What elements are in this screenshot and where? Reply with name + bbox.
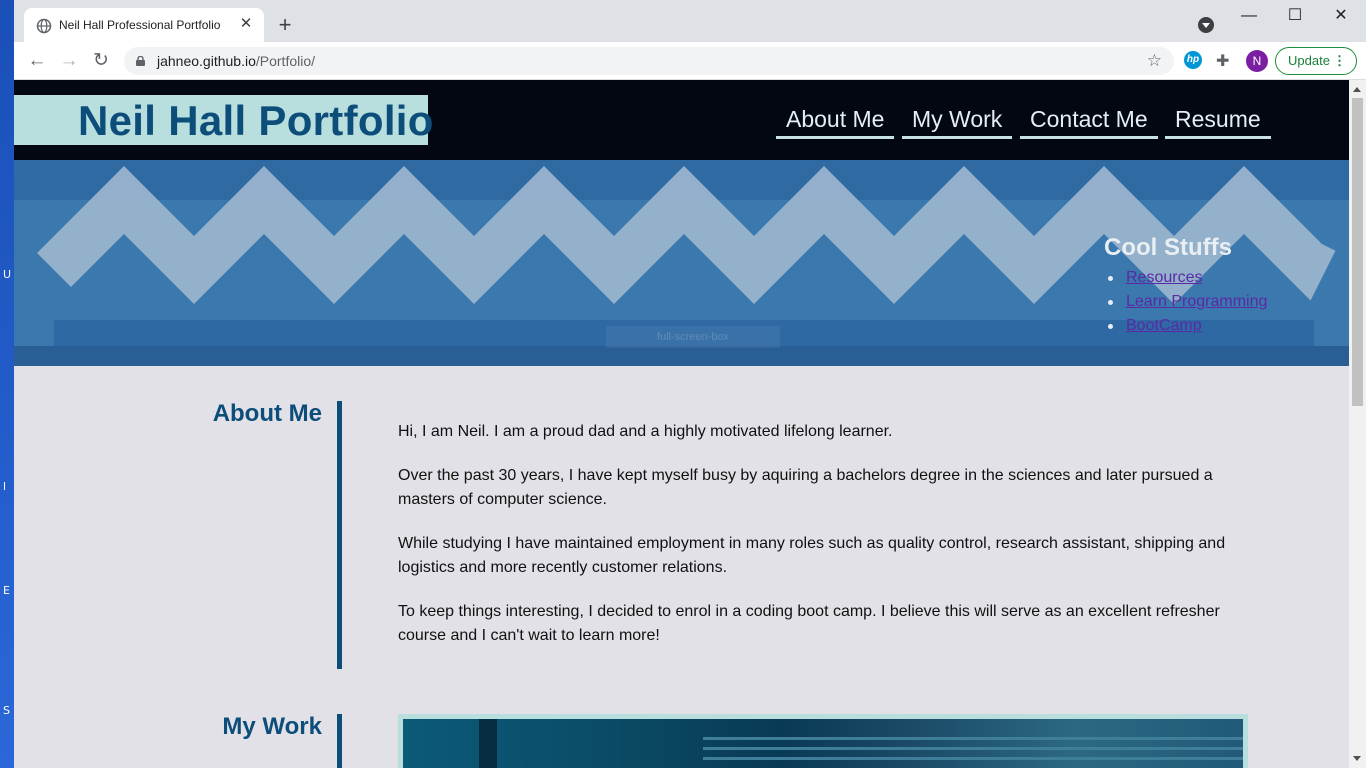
cool-stuffs-heading: Cool Stuffs (1104, 234, 1232, 261)
url-text: jahneo.github.io/Portfolio/ (157, 53, 315, 69)
forward-icon[interactable]: → (58, 50, 80, 72)
tab-title: Neil Hall Professional Portfolio (59, 18, 221, 32)
browser-toolbar: ← → ↻ jahneo.github.io/Portfolio/ ☆ (14, 42, 1366, 80)
nav-resume[interactable]: Resume (1165, 106, 1271, 139)
nav-contact-me[interactable]: Contact Me (1020, 106, 1158, 139)
profile-avatar[interactable]: N (1246, 50, 1268, 72)
desktop-icon-label-fragment: U (3, 268, 12, 281)
link-bootcamp[interactable]: BootCamp (1126, 317, 1202, 334)
scrollbar-thumb[interactable] (1352, 98, 1363, 406)
brand-box: Neil Hall Portfolio (14, 95, 433, 145)
about-me-heading: About Me (212, 400, 322, 427)
about-me-content: Hi, I am Neil. I am a proud dad and a hi… (398, 420, 1248, 668)
about-paragraph: While studying I have maintained employm… (398, 535, 1226, 576)
about-paragraph: To keep things interesting, I decided to… (398, 603, 1220, 644)
about-paragraph: Over the past 30 years, I have kept myse… (398, 467, 1213, 508)
list-item: Resources (1108, 266, 1267, 290)
back-icon[interactable]: ← (26, 50, 48, 72)
about-paragraph: Hi, I am Neil. I am a proud dad and a hi… (398, 423, 893, 440)
tab-close-icon[interactable]: ✕ (238, 16, 254, 32)
maximize-icon[interactable]: ☐ (1272, 4, 1318, 28)
active-tab[interactable]: Neil Hall Professional Portfolio ✕ (24, 8, 264, 42)
scroll-down-arrow-icon[interactable] (1353, 756, 1361, 761)
address-bar[interactable]: jahneo.github.io/Portfolio/ ☆ (124, 47, 1174, 75)
hp-extension-icon[interactable]: hp (1184, 51, 1202, 69)
vertical-scrollbar[interactable] (1349, 80, 1366, 768)
work-project-image (403, 719, 1243, 768)
link-resources[interactable]: Resources (1126, 269, 1202, 286)
lock-icon (136, 56, 145, 66)
url-path: /Portfolio/ (255, 53, 316, 69)
work-image-frame[interactable] (398, 714, 1248, 768)
tab-search-icon[interactable] (1198, 17, 1214, 33)
hidden-caption: full-screen-box (606, 326, 780, 348)
desktop-icon-label-fragment: l (3, 480, 7, 493)
list-item: BootCamp (1108, 314, 1267, 338)
new-tab-icon[interactable]: + (274, 14, 296, 36)
hero-banner: full-screen-box Cool Stuffs Resources Le… (14, 160, 1349, 366)
window-close-icon[interactable]: ✕ (1318, 4, 1364, 28)
globe-icon (36, 18, 52, 34)
desktop-background: U l E S (0, 0, 14, 768)
link-learn-programming[interactable]: Learn Programming (1126, 293, 1267, 310)
scroll-up-arrow-icon[interactable] (1353, 87, 1361, 92)
nav-about-me[interactable]: About Me (776, 106, 895, 139)
browser-window: Neil Hall Professional Portfolio ✕ + — ☐… (14, 0, 1366, 768)
reload-icon[interactable]: ↻ (90, 50, 112, 72)
update-label: Update (1288, 53, 1330, 68)
menu-dots-icon: ⋮ (1333, 53, 1346, 68)
site-title: Neil Hall Portfolio (78, 97, 434, 144)
tab-strip: Neil Hall Professional Portfolio ✕ + — ☐… (14, 0, 1366, 42)
nav-my-work[interactable]: My Work (902, 106, 1013, 139)
page-viewport: Neil Hall Portfolio About Me My Work Con… (14, 80, 1366, 768)
extensions-puzzle-icon[interactable]: ✚ (1216, 51, 1229, 71)
about-divider (337, 401, 342, 669)
desktop-icon-label-fragment: S (3, 704, 10, 717)
site-header: Neil Hall Portfolio About Me My Work Con… (14, 80, 1349, 160)
work-divider (337, 714, 342, 768)
update-button[interactable]: Update ⋮ (1275, 47, 1357, 75)
bookmark-star-icon[interactable]: ☆ (1147, 51, 1162, 71)
desktop-icon-label-fragment: E (3, 584, 10, 597)
url-host: jahneo.github.io (157, 53, 256, 69)
cool-stuffs-panel: Cool Stuffs Resources Learn Programming … (1104, 234, 1267, 338)
minimize-icon[interactable]: — (1226, 4, 1272, 28)
cool-stuffs-list: Resources Learn Programming BootCamp (1108, 266, 1267, 338)
my-work-heading: My Work (222, 713, 322, 740)
list-item: Learn Programming (1108, 290, 1267, 314)
